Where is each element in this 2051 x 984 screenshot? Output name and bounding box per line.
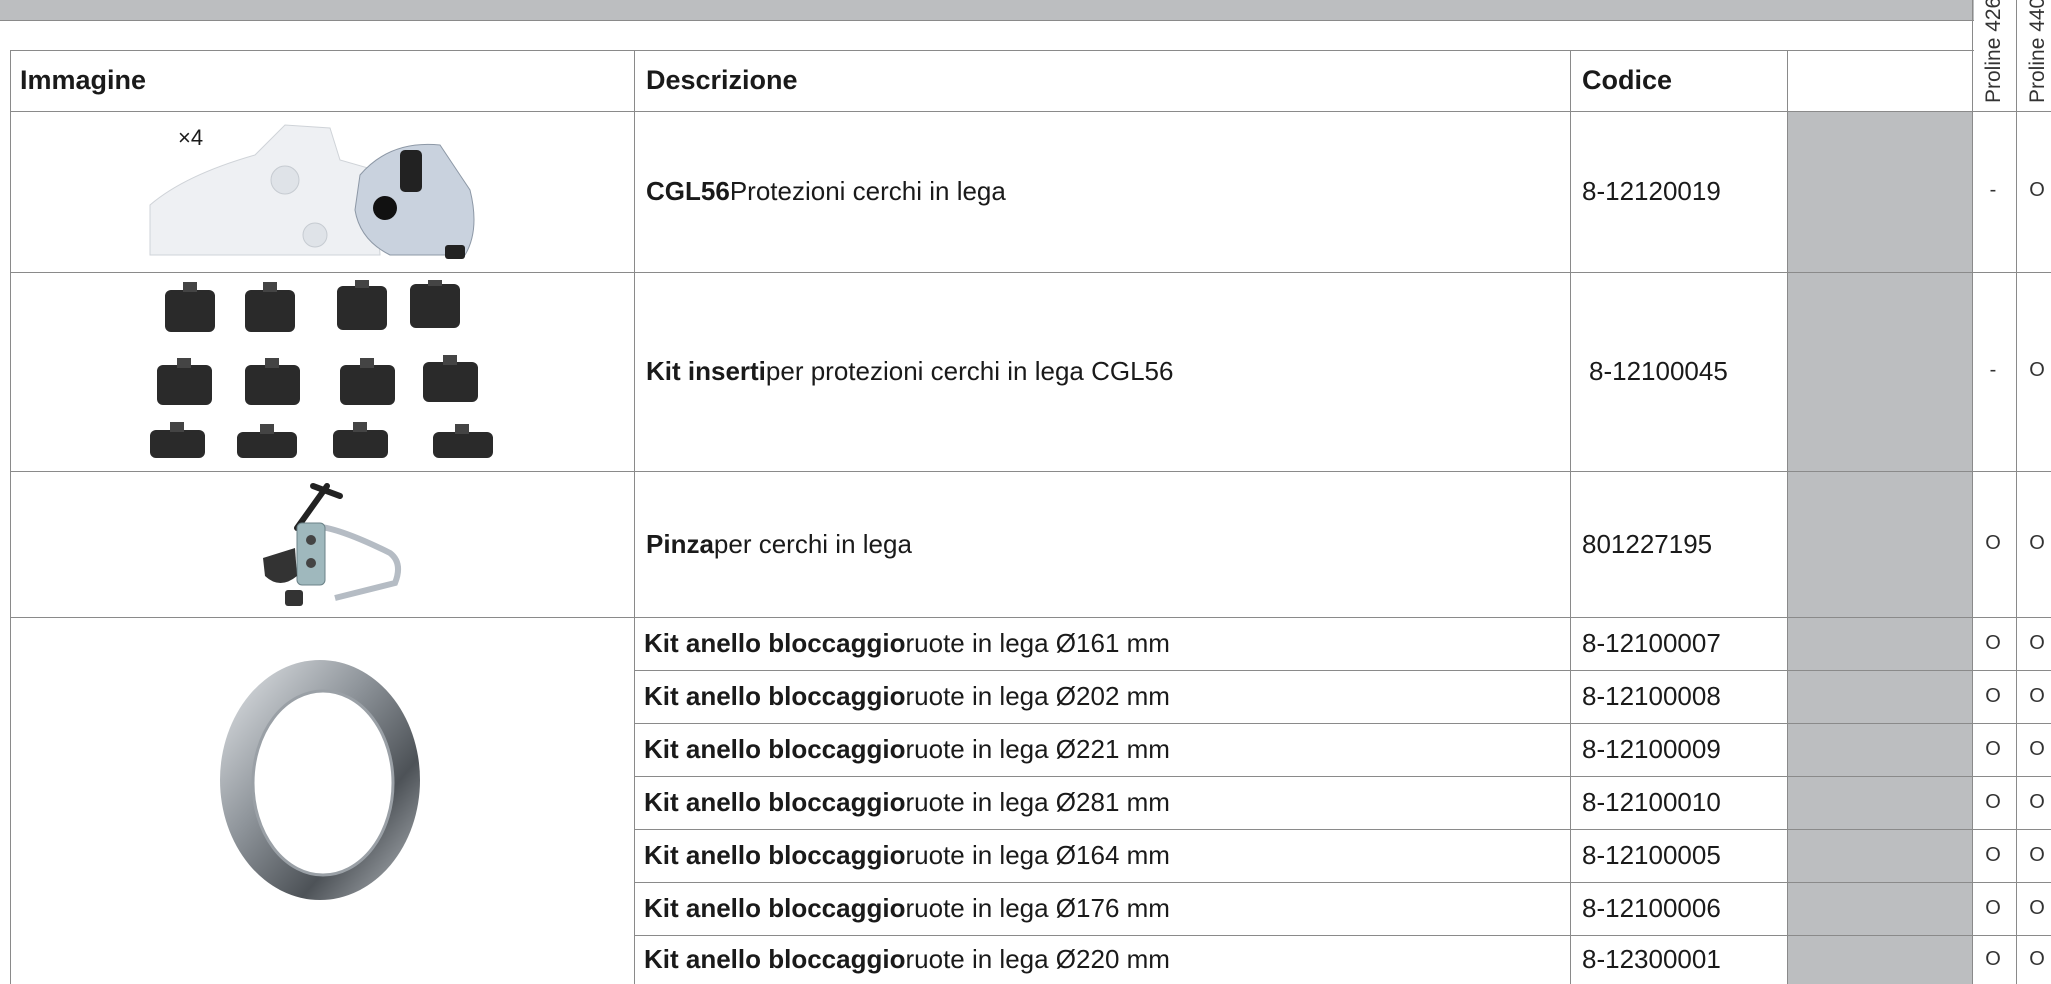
availability-mark: O	[1985, 632, 2001, 654]
description-text: ruote in lega Ø221 mm	[905, 734, 1170, 764]
availability-mark: O	[2029, 359, 2045, 381]
header-model-b: Proline 440	[2026, 0, 2049, 103]
availability-mark: -	[1989, 179, 1997, 201]
description-bold: Kit anello bloccaggio	[644, 681, 906, 711]
description-cell: Kit anello bloccaggio ruote in lega Ø176…	[644, 882, 1170, 935]
description-text: ruote in lega Ø176 mm	[905, 893, 1170, 923]
accessory-table-page: Immagine Descrizione Codice Proline 426 …	[0, 0, 2051, 984]
code-cell: 8-12100045	[1589, 356, 1728, 386]
availability-mark: O	[1985, 685, 2001, 707]
code-cell: 8-12100006	[1582, 893, 1721, 923]
description-text: ruote in lega Ø161 mm	[905, 628, 1170, 658]
availability-mark: O	[1985, 897, 2001, 919]
description-cell: Pinza per cerchi in lega	[646, 471, 912, 617]
description-cell: Kit anello bloccaggio ruote in lega Ø161…	[644, 617, 1170, 670]
availability-mark: O	[2029, 791, 2045, 813]
code-cell: 8-12100008	[1582, 681, 1721, 711]
description-text: ruote in lega Ø281 mm	[905, 787, 1170, 817]
description-bold: Kit anello bloccaggio	[644, 840, 906, 870]
blank-row	[10, 20, 1974, 51]
description-text: ruote in lega Ø202 mm	[905, 681, 1170, 711]
header-model-a: Proline 426	[1982, 0, 2005, 103]
alloy-rim-protector-image	[149, 124, 475, 259]
description-cell: Kit anello bloccaggio ruote in lega Ø220…	[644, 935, 1170, 984]
insert-kit-image	[150, 280, 493, 458]
description-text: ruote in lega Ø164 mm	[905, 840, 1170, 870]
grid-line	[1787, 50, 1788, 984]
description-bold: CGL56	[646, 176, 730, 206]
code-cell: 8-12100007	[1582, 628, 1721, 658]
description-cell: Kit anello bloccaggio ruote in lega Ø202…	[644, 670, 1170, 723]
description-bold: Kit anello bloccaggio	[644, 734, 906, 764]
description-text: Protezioni cerchi in lega	[729, 176, 1006, 206]
availability-mark: O	[1985, 844, 2001, 866]
header-descrizione: Descrizione	[646, 65, 798, 95]
description-cell: Kit anello bloccaggio ruote in lega Ø164…	[644, 829, 1170, 882]
code-cell: 801227195	[1582, 528, 1713, 559]
description-bold: Kit inserti	[646, 356, 766, 386]
grid-line	[10, 111, 2051, 112]
grid-line	[1570, 50, 1571, 984]
locking-ring-image	[220, 660, 420, 900]
availability-mark: -	[1989, 359, 1997, 381]
code-cell: 8-12120019	[1582, 176, 1721, 206]
top-bar	[0, 0, 1974, 21]
grid-line	[634, 50, 635, 984]
description-bold: Kit anello bloccaggio	[644, 787, 906, 817]
description-cell: Kit anello bloccaggio ruote in lega Ø221…	[644, 723, 1170, 776]
description-cell: Kit inserti per protezioni cerchi in leg…	[646, 272, 1173, 471]
description-text: per cerchi in lega	[713, 528, 912, 559]
description-cell: CGL56 Protezioni cerchi in lega	[646, 111, 1006, 272]
availability-mark: O	[2029, 948, 2045, 970]
availability-mark: O	[2029, 685, 2045, 707]
grid-line	[10, 50, 11, 984]
availability-mark: O	[1985, 791, 2001, 813]
code-cell: 8-12100010	[1582, 787, 1721, 817]
grid-line	[2016, 0, 2017, 984]
availability-mark: O	[1985, 738, 2001, 760]
header-immagine: Immagine	[20, 65, 147, 95]
description-text: ruote in lega Ø220 mm	[905, 944, 1170, 974]
description-bold: Kit anello bloccaggio	[644, 944, 906, 974]
availability-mark: O	[2029, 897, 2045, 919]
availability-mark: O	[2029, 532, 2045, 554]
availability-mark: O	[2029, 632, 2045, 654]
description-text: per protezioni cerchi in lega CGL56	[765, 356, 1174, 386]
grid-line	[1972, 0, 1973, 984]
availability-mark: O	[2029, 738, 2045, 760]
availability-mark: O	[1985, 948, 2001, 970]
code-cell: 8-12100009	[1582, 734, 1721, 764]
shaded-column	[1787, 111, 1972, 984]
header-codice: Codice	[1582, 65, 1673, 95]
code-cell: 8-12100005	[1582, 840, 1721, 870]
code-cell: 8-12300001	[1582, 944, 1721, 974]
grid-line	[10, 471, 2051, 472]
availability-mark: O	[2029, 844, 2045, 866]
description-cell: Kit anello bloccaggio ruote in lega Ø281…	[644, 776, 1170, 829]
availability-mark: O	[2029, 179, 2045, 201]
description-bold: Pinza	[646, 528, 714, 559]
availability-mark: O	[1985, 532, 2001, 554]
alloy-rim-clamp-image	[263, 483, 402, 606]
description-bold: Kit anello bloccaggio	[644, 893, 906, 923]
description-bold: Kit anello bloccaggio	[644, 628, 906, 658]
